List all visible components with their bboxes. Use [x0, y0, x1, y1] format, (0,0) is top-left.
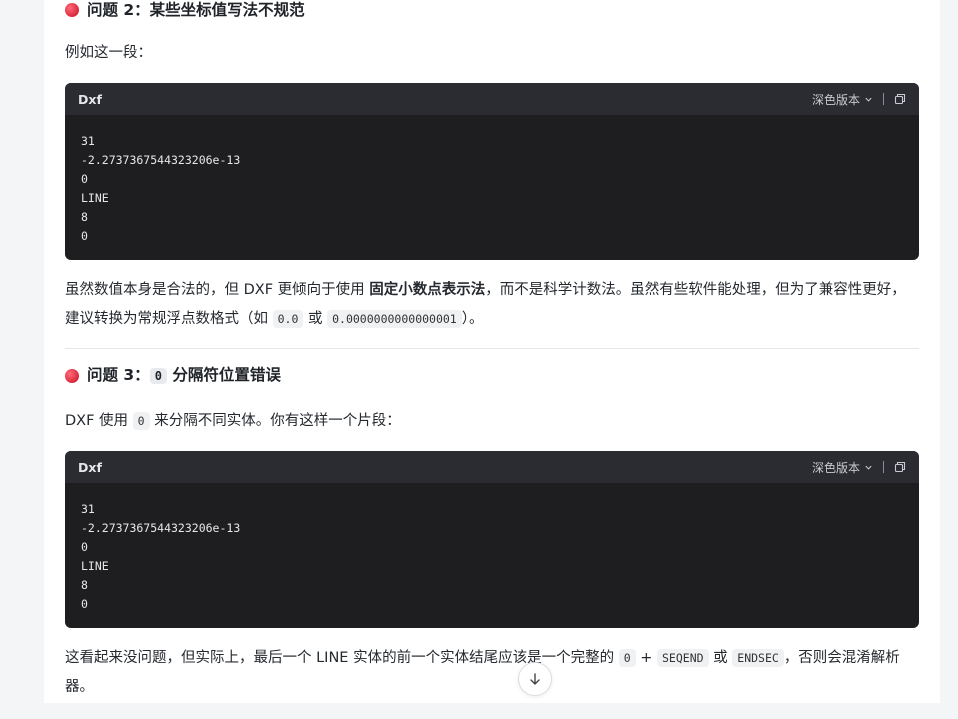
code-line: -2.2737367544323206e-13	[81, 153, 241, 167]
code-line: 0	[81, 172, 88, 186]
code-block-1: Dxf 深色版本 31 -2.2737367544323206e-13 0 LI…	[65, 83, 919, 260]
code-line: LINE	[81, 559, 109, 573]
inline-code: SEQEND	[657, 649, 709, 667]
title-prefix: 问题 3：	[87, 366, 150, 384]
issue-3-intro: DXF 使用 0 来分隔不同实体。你有这样一个片段：	[65, 407, 920, 436]
issue-3-explanation: 这看起来没问题，但实际上，最后一个 LINE 实体的前一个实体结尾应该是一个完整…	[65, 644, 920, 702]
text-span: 或	[708, 650, 733, 666]
issue-2-heading: 问题 2：某些坐标值写法不规范	[65, 0, 305, 21]
code-content: 31 -2.2737367544323206e-13 0 LINE 8 0	[65, 115, 919, 246]
text-span: ）。	[461, 311, 484, 327]
code-language-label: Dxf	[78, 459, 102, 475]
inline-code: 0	[132, 412, 150, 430]
code-line: 31	[81, 502, 95, 516]
theme-label: 深色版本	[811, 92, 860, 107]
bold-text: 固定小数点表示法	[369, 282, 486, 298]
scroll-to-bottom-button[interactable]	[518, 662, 552, 696]
inline-code: 0	[149, 368, 167, 384]
code-block-2: Dxf 深色版本 31 -2.2737367544323206e-13 0 LI…	[65, 451, 919, 628]
theme-select[interactable]: 深色版本	[812, 91, 873, 108]
text-span: 来分隔不同实体。你有这样一个片段：	[149, 413, 401, 429]
text-span: 或	[303, 311, 328, 327]
code-block-header: Dxf 深色版本	[65, 83, 919, 115]
title-suffix: 分隔符位置错误	[166, 366, 281, 384]
code-language-label: Dxf	[78, 91, 102, 107]
red-circle-icon	[65, 368, 79, 383]
code-line: -2.2737367544323206e-13	[81, 521, 241, 535]
arrow-down-icon	[530, 673, 540, 685]
code-line: 0	[81, 229, 88, 243]
code-line: 31	[81, 134, 95, 148]
copy-icon[interactable]	[894, 93, 906, 105]
issue-3-heading: 问题 3： 0 分隔符位置错误	[65, 364, 281, 387]
issue-3-title: 问题 3： 0 分隔符位置错误	[87, 364, 281, 387]
issue-2-title: 问题 2：某些坐标值写法不规范	[87, 1, 305, 19]
issue-2-intro: 例如这一段：	[65, 45, 152, 61]
chevron-down-icon	[865, 465, 872, 470]
code-line: 0	[81, 540, 88, 554]
code-block-tools: 深色版本	[812, 459, 906, 476]
text-span: +	[635, 650, 657, 666]
chevron-down-icon	[865, 97, 872, 102]
text-span: 虽然数值本身是合法的，但 DXF 更倾向于使用	[65, 282, 370, 298]
toolbar-divider	[883, 461, 884, 473]
inline-code: 0	[618, 649, 636, 667]
code-block-tools: 深色版本	[812, 91, 906, 108]
code-line: LINE	[81, 191, 109, 205]
inline-code: ENDSEC	[732, 649, 784, 667]
text-span: DXF 使用	[65, 413, 133, 429]
copy-icon[interactable]	[894, 461, 906, 473]
code-block-header: Dxf 深色版本	[65, 451, 919, 483]
code-line: 8	[81, 210, 88, 224]
code-content: 31 -2.2737367544323206e-13 0 LINE 8 0	[65, 483, 919, 614]
code-line: 0	[81, 597, 88, 611]
theme-label: 深色版本	[811, 460, 860, 475]
red-circle-icon	[65, 3, 79, 17]
section-divider	[65, 348, 919, 349]
theme-select[interactable]: 深色版本	[812, 459, 873, 476]
code-line: 8	[81, 578, 88, 592]
issue-2-explanation: 虽然数值本身是合法的，但 DXF 更倾向于使用 固定小数点表示法，而不是科学计数…	[65, 276, 920, 334]
chat-page: 问题 2：某些坐标值写法不规范 例如这一段： Dxf 深色版本 31 -2.27…	[44, 0, 940, 703]
inline-code: 0.0	[272, 310, 304, 328]
toolbar-divider	[883, 93, 884, 105]
inline-code: 0.0000000000000001	[327, 310, 462, 328]
